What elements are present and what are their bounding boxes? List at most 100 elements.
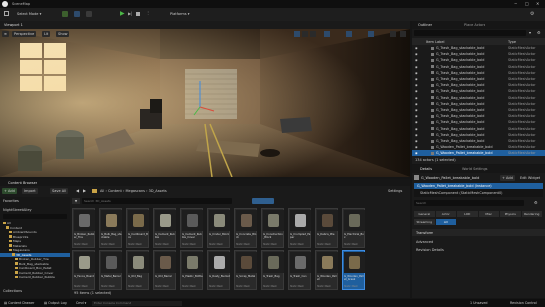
static-mesh-filter-chip[interactable]: [252, 198, 274, 204]
play-icon[interactable]: ▶: [120, 10, 125, 17]
perspective-button[interactable]: Perspective: [12, 31, 37, 37]
section-advanced[interactable]: Advanced: [412, 239, 545, 245]
folder-item[interactable]: Cement_Rubber_Rubble: [0, 275, 70, 279]
asset-tile[interactable]: G_Cement_Rubble Static Mesh: [153, 208, 176, 248]
save-all-button[interactable]: Save All: [50, 188, 69, 194]
maximize-icon[interactable]: □: [525, 1, 529, 6]
viewport[interactable]: ≡ Perspective Lit Show: [0, 29, 410, 177]
asset-tile[interactable]: G_Rusty_Bucket Static Mesh: [207, 250, 230, 290]
tab-viewport[interactable]: Viewport 1: [4, 23, 23, 27]
component-child[interactable]: StaticMeshComponent (StaticMeshComponent…: [414, 190, 543, 196]
settings-icon[interactable]: ⚙: [530, 11, 534, 17]
asset-tile[interactable]: G_Electrical_Box Static Mesh: [342, 208, 365, 248]
close-icon[interactable]: ✕: [536, 1, 539, 6]
filter-tab[interactable]: Rendering: [521, 211, 542, 217]
asset-tile[interactable]: G_Wooden_Pallet Static Mesh: [315, 250, 338, 290]
asset-tile[interactable]: G_Trash_Can Static Mesh: [288, 250, 311, 290]
blueprint-icon[interactable]: [74, 11, 80, 17]
filter-tab[interactable]: Misc: [478, 211, 499, 217]
asset-tile[interactable]: G_Trash_Bag Static Mesh: [261, 250, 284, 290]
asset-tile[interactable]: G_Plastic_Bottle Static Mesh: [180, 250, 203, 290]
asset-tile[interactable]: G_Construction_Block Static Mesh: [261, 208, 284, 248]
more-options-icon[interactable]: ⋮: [146, 10, 150, 15]
output-log-button[interactable]: ▤ Output Log: [42, 300, 69, 306]
add-content-icon[interactable]: [62, 11, 68, 17]
add-component-button[interactable]: + Add: [500, 175, 515, 181]
filter-tab[interactable]: Actor: [435, 211, 456, 217]
section-transform[interactable]: Transform: [412, 229, 545, 236]
breadcrumb-item[interactable]: 3D_Assets: [149, 189, 167, 193]
cinematics-icon[interactable]: [86, 11, 92, 17]
edit-widget-label[interactable]: Edit Widget: [520, 176, 540, 180]
content-drawer-button[interactable]: ▤ Content Drawer: [2, 300, 36, 306]
tab-details[interactable]: Details: [420, 167, 432, 171]
project-header[interactable]: NightStreetAlley: [0, 207, 70, 213]
content-settings-button[interactable]: Settings: [386, 188, 404, 194]
tab-content-browser[interactable]: Content Browser: [8, 181, 37, 185]
filter-icon[interactable]: ▾: [529, 30, 531, 35]
col-type[interactable]: Type: [508, 40, 516, 44]
asset-tile[interactable]: G_Cinder_Block Static Mesh: [207, 208, 230, 248]
asset-tile[interactable]: G_Debris_Pile Static Mesh: [315, 208, 338, 248]
minimize-icon[interactable]: −: [514, 1, 517, 6]
asset-tile[interactable]: G_Fence_Board Static Mesh: [72, 250, 95, 290]
collections-header[interactable]: Collections: [0, 288, 70, 294]
lit-button[interactable]: Lit: [42, 31, 51, 37]
component-root[interactable]: G_Wooden_Pallet_breakable_bold (Instance…: [414, 183, 543, 190]
asset-tile[interactable]: G_Old_Barrel Static Mesh: [153, 250, 176, 290]
asset-tile[interactable]: G_Old_Bag Static Mesh: [126, 250, 149, 290]
unsaved-button[interactable]: 1 Unsaved: [468, 300, 489, 306]
asset-search-input[interactable]: Search 3D_Assets: [82, 198, 232, 204]
back-icon[interactable]: ◀: [76, 188, 79, 193]
tab-world-settings[interactable]: World Settings: [462, 167, 488, 171]
translate-icon[interactable]: [294, 31, 300, 37]
console-input[interactable]: Enter Console Command: [92, 300, 182, 306]
step-icon[interactable]: ▶|: [128, 11, 132, 16]
section-revision[interactable]: Revision Details: [412, 247, 545, 253]
filter-tab[interactable]: Streaming: [414, 219, 435, 225]
revision-control-button[interactable]: Revision Control: [508, 300, 539, 306]
details-search-input[interactable]: Search: [414, 200, 524, 206]
rotate-icon[interactable]: [302, 31, 308, 37]
asset-tile[interactable]: G_Cement_Rubble_Cover Static Mesh: [180, 208, 203, 248]
select-mode-dropdown[interactable]: Select Mode ▾: [15, 11, 43, 17]
save-icon[interactable]: [4, 11, 9, 16]
asset-tile[interactable]: G_Crumpled_Paper Static Mesh: [288, 208, 311, 248]
viewport-menu-icon[interactable]: ≡: [2, 31, 9, 37]
outliner-search-input[interactable]: [414, 30, 526, 36]
filter-tab[interactable]: Physics: [500, 211, 521, 217]
cmd-dropdown[interactable]: Cmd ▾: [74, 300, 88, 306]
add-asset-button[interactable]: + Add: [2, 188, 17, 194]
filter-tab[interactable]: LOD: [457, 211, 478, 217]
breadcrumb-item[interactable]: Content: [108, 189, 122, 193]
asset-tile[interactable]: G_Scrap_Metal Static Mesh: [234, 250, 257, 290]
scale-icon[interactable]: [310, 31, 316, 37]
grid-snap-icon[interactable]: [324, 31, 330, 37]
actor-name-field[interactable]: G_Wooden_Pallet_breakable_bold: [421, 176, 491, 180]
asset-tile[interactable]: G_Bulk_Bag_stackable Static Mesh: [99, 208, 122, 248]
forward-icon[interactable]: ▶: [83, 188, 86, 193]
show-button[interactable]: Show: [56, 31, 70, 37]
platforms-dropdown[interactable]: Platforms ▾: [168, 11, 191, 17]
col-item-label[interactable]: Item Label: [426, 40, 445, 44]
camera-speed-icon[interactable]: [390, 31, 396, 37]
filter-tab[interactable]: All: [435, 219, 456, 225]
filter-tab[interactable]: General: [414, 211, 435, 217]
maximize-viewport-icon[interactable]: [400, 31, 406, 37]
asset-tile[interactable]: G_Metal_Barrel Static Mesh: [99, 250, 122, 290]
tab-place-actors[interactable]: Place Actors: [464, 23, 485, 27]
favorites-header[interactable]: Favorites: [0, 198, 70, 204]
breadcrumb-item[interactable]: Megascans: [126, 189, 145, 193]
asset-tile[interactable]: G_Cardboard_Box Static Mesh: [126, 208, 149, 248]
scale-snap-icon[interactable]: [368, 31, 374, 37]
stop-icon[interactable]: [136, 12, 140, 16]
angle-snap-icon[interactable]: [346, 31, 352, 37]
asset-tile[interactable]: G_Broken_Rubber_Tire Static Mesh: [72, 208, 95, 248]
import-button[interactable]: Import: [22, 188, 38, 194]
details-view-options-icon[interactable]: ⚙: [534, 200, 538, 205]
outliner-settings-icon[interactable]: ⚙: [537, 30, 541, 35]
asset-tile[interactable]: G_Concrete_Block Static Mesh: [234, 208, 257, 248]
filter-dropdown-icon[interactable]: ▼: [72, 198, 80, 204]
tab-outliner[interactable]: Outliner: [418, 23, 432, 27]
asset-tile[interactable]: G_Wooden_Pallet_break Static Mesh: [342, 250, 365, 290]
